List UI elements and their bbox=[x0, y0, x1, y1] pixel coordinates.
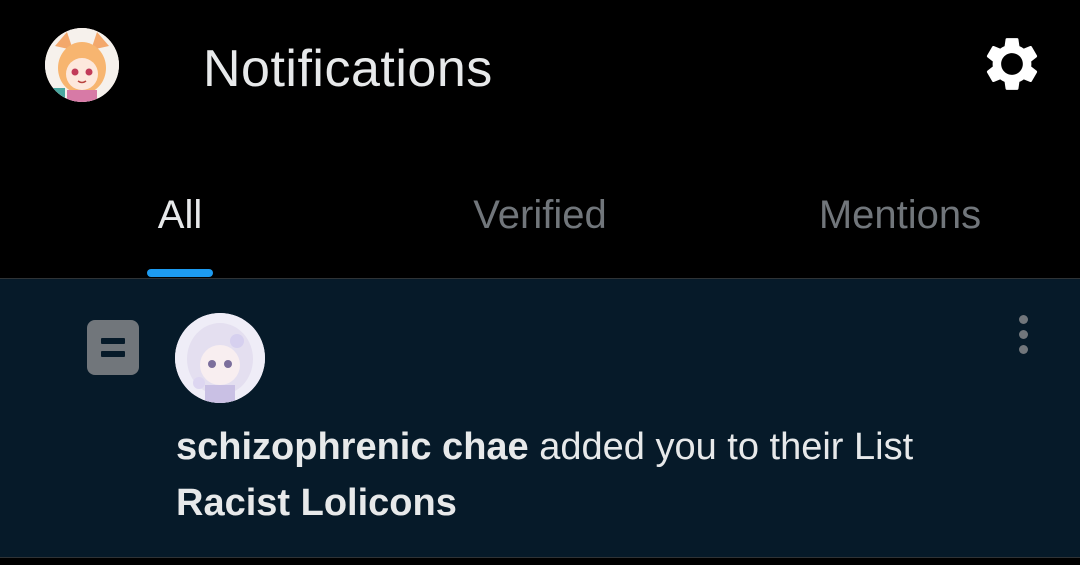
gear-icon bbox=[986, 38, 1038, 90]
tab-mentions[interactable]: Mentions bbox=[720, 192, 1080, 238]
avatar-image bbox=[45, 28, 119, 102]
notification-text: schizophrenic chae added you to their Li… bbox=[176, 419, 1056, 531]
list-icon-line bbox=[101, 338, 125, 344]
notification-divider bbox=[0, 557, 1080, 558]
profile-avatar[interactable] bbox=[45, 28, 119, 102]
list-name-link[interactable]: Racist Lolicons bbox=[176, 482, 457, 524]
more-dot bbox=[1019, 315, 1028, 324]
settings-button[interactable] bbox=[981, 33, 1043, 95]
user-avatar-image bbox=[175, 313, 265, 403]
tab-verified[interactable]: Verified bbox=[360, 192, 720, 238]
notification-tabs: All Verified Mentions bbox=[0, 150, 1080, 278]
app: Notifications All Verified Mentions schi… bbox=[0, 0, 1080, 565]
more-options-button[interactable] bbox=[1006, 315, 1042, 355]
more-dot bbox=[1019, 330, 1028, 339]
notification-item[interactable]: schizophrenic chae added you to their Li… bbox=[0, 279, 1080, 557]
top-app-bar: Notifications bbox=[0, 0, 1080, 140]
user-avatar[interactable] bbox=[175, 313, 265, 403]
user-name-link[interactable]: schizophrenic chae bbox=[176, 426, 529, 468]
list-icon bbox=[87, 320, 139, 375]
list-icon-line bbox=[101, 351, 125, 357]
tab-all[interactable]: All bbox=[0, 192, 360, 238]
active-tab-indicator bbox=[147, 269, 213, 277]
more-dot bbox=[1019, 345, 1028, 354]
page-title: Notifications bbox=[203, 40, 493, 98]
notification-action: added you to their List bbox=[528, 426, 914, 468]
